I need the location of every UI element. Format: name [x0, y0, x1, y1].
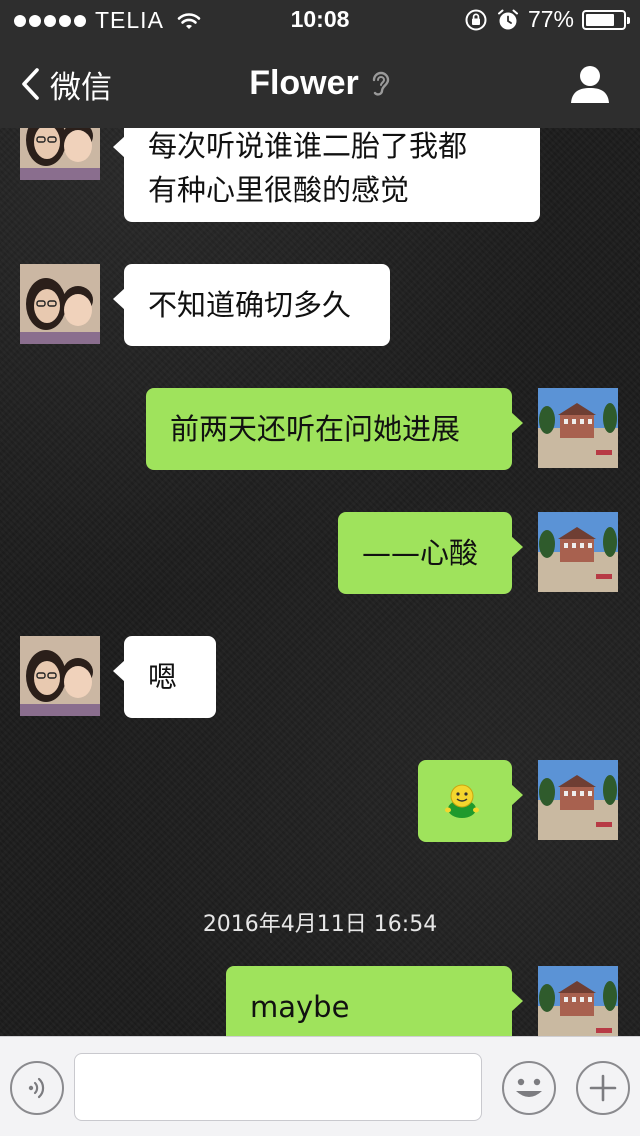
battery-level-fill [586, 13, 614, 26]
plus-icon [589, 1074, 617, 1102]
message-text-line: 每次听说谁谁二胎了我都 [148, 129, 468, 163]
message-bubble-outgoing[interactable]: maybe someday [226, 966, 523, 1036]
nav-bar: 微信 Flower [0, 40, 640, 128]
message-text: 嗯 [148, 660, 178, 694]
message-text: 不知道确切多久 [148, 288, 352, 322]
my-avatar[interactable] [538, 966, 618, 1036]
emoji-button[interactable] [502, 1061, 556, 1115]
message-bubble-outgoing[interactable] [418, 760, 523, 842]
alarm-icon [497, 9, 518, 29]
message-bubble-incoming[interactable]: 每次听说谁谁二胎了我都 有种心里很酸的感觉 [113, 128, 540, 222]
my-avatar[interactable] [538, 388, 618, 468]
emoji-icon [516, 1078, 542, 1097]
message-text: 前两天还听在问她进展 [170, 412, 461, 446]
battery-icon [582, 9, 630, 30]
my-avatar[interactable] [538, 760, 618, 840]
voice-icon [28, 1077, 45, 1099]
green-smiley-emoji-icon [445, 784, 479, 818]
wechat-chat-screen: TELIA 10:08 77% 微信 Flower 每次听说谁谁二胎了我都 有种… [0, 0, 640, 1136]
message-bubble-outgoing[interactable]: 前两天还听在问她进展 [146, 388, 523, 470]
ear-icon [372, 71, 389, 96]
status-bar: TELIA 10:08 77% [0, 0, 640, 40]
chat-area[interactable]: 每次听说谁谁二胎了我都 有种心里很酸的感觉 不知道确切多久 前两天还听在问她进展… [0, 128, 640, 1036]
message-text: maybe someday [250, 990, 350, 1024]
profile-icon[interactable] [568, 62, 612, 106]
status-right: 77% [464, 6, 630, 33]
rotation-lock-icon [465, 9, 487, 30]
message-bubble-incoming[interactable]: 嗯 [113, 636, 216, 718]
battery-percent: 77% [527, 6, 574, 32]
input-bar [0, 1036, 640, 1136]
message-bubble-outgoing[interactable]: ——心酸 [338, 512, 523, 594]
message-bubble-incoming[interactable]: 不知道确切多久 [113, 264, 390, 346]
voice-button[interactable] [10, 1061, 64, 1115]
my-avatar[interactable] [538, 512, 618, 592]
more-button[interactable] [576, 1061, 630, 1115]
contact-avatar[interactable] [20, 636, 100, 716]
chat-title: Flower [249, 64, 359, 102]
contact-avatar[interactable] [20, 128, 100, 180]
message-input[interactable] [74, 1053, 482, 1121]
nav-title-group: Flower [0, 64, 640, 103]
message-text-line: 有种心里很酸的感觉 [148, 173, 410, 207]
contact-avatar[interactable] [20, 264, 100, 344]
chat-timestamp: 2016年4月11日 16:54 [202, 912, 438, 937]
message-text: ——心酸 [362, 536, 479, 570]
